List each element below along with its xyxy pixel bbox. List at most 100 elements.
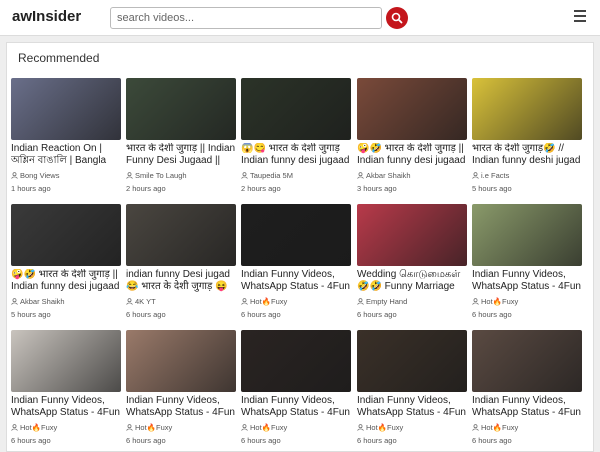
user-icon: [472, 172, 479, 179]
video-card[interactable]: 🤪🤣 भारत के देशी जुगाड़ || Indian funny d…: [11, 204, 123, 319]
video-channel[interactable]: Smile To Laugh: [126, 171, 238, 181]
video-thumbnail[interactable]: [357, 204, 467, 266]
channel-name[interactable]: Hot🔥Fuxy: [250, 297, 287, 306]
hamburger-menu-icon[interactable]: [574, 10, 588, 24]
video-channel[interactable]: Hot🔥Fuxy: [11, 423, 123, 433]
video-title[interactable]: भारत के देशी जुगाड़ || Indian Funny Desi…: [126, 143, 238, 167]
video-title[interactable]: Wedding கொடுமைகள் 🤣🤣 Funny Marriage: [357, 269, 469, 293]
video-card[interactable]: Indian Funny Videos, WhatsApp Status - 4…: [241, 330, 353, 445]
video-card[interactable]: indian funny Desi jugad 😂 भारत के देशी ज…: [126, 204, 238, 319]
video-time: 2 hours ago: [241, 184, 281, 193]
video-card[interactable]: Indian Funny Videos, WhatsApp Status - 4…: [357, 330, 469, 445]
user-icon: [241, 172, 248, 179]
video-time: 6 hours ago: [241, 436, 281, 445]
video-thumbnail[interactable]: [126, 330, 236, 392]
channel-name[interactable]: Akbar Shaikh: [20, 297, 65, 306]
video-time: 3 hours ago: [357, 184, 397, 193]
video-thumbnail[interactable]: [11, 204, 121, 266]
user-icon: [11, 424, 18, 431]
video-thumbnail[interactable]: [357, 78, 467, 140]
video-thumbnail[interactable]: [241, 204, 351, 266]
video-channel[interactable]: Akbar Shaikh: [11, 297, 123, 307]
video-time: 6 hours ago: [126, 436, 166, 445]
search-button[interactable]: [386, 7, 408, 29]
video-thumbnail[interactable]: [241, 78, 351, 140]
video-thumbnail[interactable]: [472, 330, 582, 392]
video-card[interactable]: भारत के देशी जुगाड़🤣 // Indian funny des…: [472, 78, 584, 193]
video-title[interactable]: Indian Reaction On | অশ্লিন বাঙালি | Ban…: [11, 143, 123, 167]
video-card[interactable]: Indian Funny Videos, WhatsApp Status - 4…: [472, 330, 584, 445]
channel-name[interactable]: Hot🔥Fuxy: [135, 423, 172, 432]
top-bar: awInsider: [0, 0, 600, 36]
channel-name[interactable]: Hot🔥Fuxy: [481, 423, 518, 432]
channel-name[interactable]: Smile To Laugh: [135, 171, 187, 180]
video-channel[interactable]: 4K YT: [126, 297, 238, 307]
user-icon: [472, 298, 479, 305]
user-icon: [126, 298, 133, 305]
video-time: 6 hours ago: [126, 310, 166, 319]
channel-name[interactable]: Akbar Shaikh: [366, 171, 411, 180]
video-card[interactable]: Wedding கொடுமைகள் 🤣🤣 Funny Marriage Empty…: [357, 204, 469, 319]
video-thumbnail[interactable]: [472, 78, 582, 140]
channel-name[interactable]: i.e Facts: [481, 171, 509, 180]
video-card[interactable]: Indian Funny Videos, WhatsApp Status - 4…: [126, 330, 238, 445]
video-thumbnail[interactable]: [357, 330, 467, 392]
video-channel[interactable]: Hot🔥Fuxy: [472, 423, 584, 433]
video-title[interactable]: 🤪🤣 भारत के देशी जुगाड़ || Indian funny d…: [357, 143, 469, 167]
video-card[interactable]: Indian Funny Videos, WhatsApp Status - 4…: [241, 204, 353, 319]
video-thumbnail[interactable]: [472, 204, 582, 266]
video-thumbnail[interactable]: [11, 78, 121, 140]
video-channel[interactable]: i.e Facts: [472, 171, 584, 181]
user-icon: [357, 172, 364, 179]
user-icon: [241, 298, 248, 305]
channel-name[interactable]: Hot🔥Fuxy: [366, 423, 403, 432]
channel-name[interactable]: Taupedia 5M: [250, 171, 293, 180]
channel-name[interactable]: Hot🔥Fuxy: [481, 297, 518, 306]
site-logo[interactable]: awInsider: [12, 8, 81, 25]
video-title[interactable]: Indian Funny Videos, WhatsApp Status - 4…: [472, 269, 584, 293]
video-title[interactable]: Indian Funny Videos, WhatsApp Status - 4…: [11, 395, 123, 419]
video-channel[interactable]: Hot🔥Fuxy: [241, 423, 353, 433]
video-title[interactable]: indian funny Desi jugad 😂 भारत के देशी ज…: [126, 269, 238, 293]
video-title[interactable]: 🤪🤣 भारत के देशी जुगाड़ || Indian funny d…: [11, 269, 123, 293]
channel-name[interactable]: Hot🔥Fuxy: [20, 423, 57, 432]
video-card[interactable]: Indian Funny Videos, WhatsApp Status - 4…: [472, 204, 584, 319]
video-channel[interactable]: Hot🔥Fuxy: [241, 297, 353, 307]
channel-name[interactable]: Empty Hand: [366, 297, 407, 306]
video-time: 6 hours ago: [11, 436, 51, 445]
video-card[interactable]: 🤪🤣 भारत के देशी जुगाड़ || Indian funny d…: [357, 78, 469, 193]
video-channel[interactable]: Hot🔥Fuxy: [126, 423, 238, 433]
video-card[interactable]: भारत के देशी जुगाड़ || Indian Funny Desi…: [126, 78, 238, 193]
video-thumbnail[interactable]: [126, 204, 236, 266]
video-channel[interactable]: Hot🔥Fuxy: [472, 297, 584, 307]
video-thumbnail[interactable]: [11, 330, 121, 392]
video-title[interactable]: 😱😋 भारत के देशी जुगाड़ Indian funny desi…: [241, 143, 353, 167]
video-thumbnail[interactable]: [126, 78, 236, 140]
video-title[interactable]: Indian Funny Videos, WhatsApp Status - 4…: [126, 395, 238, 419]
channel-name[interactable]: Bong Views: [20, 171, 59, 180]
video-title[interactable]: Indian Funny Videos, WhatsApp Status - 4…: [357, 395, 469, 419]
video-title[interactable]: Indian Funny Videos, WhatsApp Status - 4…: [472, 395, 584, 419]
video-channel[interactable]: Hot🔥Fuxy: [357, 423, 469, 433]
video-channel[interactable]: Empty Hand: [357, 297, 469, 307]
video-card[interactable]: 😱😋 भारत के देशी जुगाड़ Indian funny desi…: [241, 78, 353, 193]
video-title[interactable]: Indian Funny Videos, WhatsApp Status - 4…: [241, 269, 353, 293]
user-icon: [126, 172, 133, 179]
video-card[interactable]: Indian Reaction On | অশ্লিন বাঙালি | Ban…: [11, 78, 123, 193]
video-channel[interactable]: Akbar Shaikh: [357, 171, 469, 181]
section-title: Recommended: [18, 51, 100, 65]
user-icon: [126, 424, 133, 431]
video-title[interactable]: Indian Funny Videos, WhatsApp Status - 4…: [241, 395, 353, 419]
video-channel[interactable]: Taupedia 5M: [241, 171, 353, 181]
video-thumbnail[interactable]: [241, 330, 351, 392]
user-icon: [357, 424, 364, 431]
search-input[interactable]: [110, 7, 382, 29]
video-card[interactable]: Indian Funny Videos, WhatsApp Status - 4…: [11, 330, 123, 445]
search-icon: [391, 12, 403, 24]
video-time: 6 hours ago: [357, 310, 397, 319]
channel-name[interactable]: 4K YT: [135, 297, 156, 306]
video-channel[interactable]: Bong Views: [11, 171, 123, 181]
channel-name[interactable]: Hot🔥Fuxy: [250, 423, 287, 432]
video-title[interactable]: भारत के देशी जुगाड़🤣 // Indian funny des…: [472, 143, 584, 167]
video-time: 6 hours ago: [472, 436, 512, 445]
